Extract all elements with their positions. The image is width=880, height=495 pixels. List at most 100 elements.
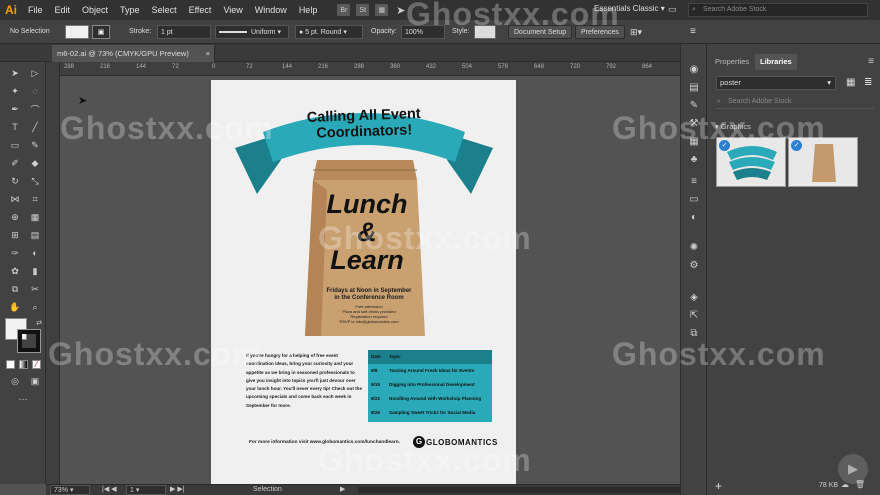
menu-window[interactable]: Window <box>249 5 293 15</box>
align-icon[interactable]: ⊞▾ <box>630 25 642 39</box>
blend-tool-icon[interactable]: ◐ <box>28 246 42 260</box>
close-icon[interactable]: × <box>206 45 210 62</box>
rectangle-tool-icon[interactable]: ▭ <box>8 138 22 152</box>
library-select[interactable]: poster ▾ <box>716 76 836 90</box>
add-content-icon[interactable]: + <box>715 479 722 493</box>
document-setup-button[interactable]: Document Setup <box>508 25 573 39</box>
type-tool-icon[interactable]: T <box>8 120 22 134</box>
transparency-icon[interactable]: ◐ <box>687 210 701 224</box>
stroke-weight-field[interactable]: 1 pt <box>157 25 211 39</box>
list-view-icon[interactable]: ≣ <box>864 77 872 88</box>
shape-builder-icon[interactable]: ⊕ <box>8 210 22 224</box>
variable-width-profile[interactable]: Uniform ▾ <box>215 25 289 39</box>
color-guide-icon[interactable]: ✺ <box>687 240 701 254</box>
arrange-icon[interactable]: ▭ <box>668 4 677 15</box>
curvature-tool-icon[interactable]: ⌒ <box>28 102 42 116</box>
width-tool-icon[interactable]: ⋈ <box>8 192 22 206</box>
edit-toolbar-icon[interactable]: ⋯ <box>16 392 30 406</box>
swatches-icon[interactable]: ▦ <box>687 134 701 148</box>
paintbrush-panel-icon[interactable]: ⚒ <box>687 116 701 130</box>
menu-edit[interactable]: Edit <box>49 5 77 15</box>
slice-tool-icon[interactable]: ✂ <box>28 282 42 296</box>
paintbrush-icon[interactable]: ✎ <box>28 138 42 152</box>
menu-type[interactable]: Type <box>114 5 146 15</box>
library-item-bag[interactable]: ✓ <box>788 137 858 187</box>
stock-search-input[interactable]: ⌕ Search Adobe Stock <box>688 3 868 17</box>
swap-colors-icon[interactable]: ⇄ <box>32 316 46 330</box>
line-tool-icon[interactable]: ╱ <box>28 120 42 134</box>
layers-icon[interactable]: ◈ <box>687 290 701 304</box>
shaper-tool-icon[interactable]: ✐ <box>8 156 22 170</box>
rotate-tool-icon[interactable]: ↻ <box>8 174 22 188</box>
symbol-sprayer-icon[interactable]: ✿ <box>8 264 22 278</box>
brush-definition[interactable]: ● 5 pt. Round ▾ <box>295 25 363 39</box>
document-info-icon[interactable]: ▤ <box>687 80 701 94</box>
ruler-tick: 216 <box>100 64 111 70</box>
artboard-next-icon[interactable]: ▶ ▶| <box>170 485 185 495</box>
menu-file[interactable]: File <box>22 5 49 15</box>
preferences-button[interactable]: Preferences <box>575 25 625 39</box>
perspective-grid-icon[interactable]: ▦ <box>28 210 42 224</box>
gradient-mode-icon[interactable] <box>19 360 28 369</box>
gradient-tool-icon[interactable]: ▤ <box>28 228 42 242</box>
library-search-input[interactable]: ⌕ Search Adobe Stock <box>716 96 874 109</box>
stroke-panel-icon[interactable]: ≡ <box>687 174 701 188</box>
grid-view-icon[interactable]: ▦ <box>846 77 855 88</box>
symbols-icon[interactable]: ♣ <box>687 152 701 166</box>
menu-object[interactable]: Object <box>76 5 114 15</box>
appearance-icon[interactable]: ◉ <box>687 62 701 76</box>
opacity-field[interactable]: 100% <box>401 25 445 39</box>
bridge-icon[interactable]: Br <box>337 4 351 16</box>
artboards-panel-icon[interactable]: ⧉ <box>687 326 701 340</box>
zoom-tool-icon[interactable]: ⌕ <box>28 300 42 314</box>
document-tab[interactable]: m6-02.ai @ 73% (CMYK/GPU Preview) × <box>52 45 215 62</box>
horizontal-scrollbar[interactable] <box>358 487 688 493</box>
scale-tool-icon[interactable]: ⤡ <box>28 174 42 188</box>
menu-view[interactable]: View <box>217 5 248 15</box>
panel-options-icon[interactable]: ≡ <box>868 56 874 67</box>
fill-swatch[interactable] <box>65 25 89 39</box>
tab-libraries[interactable]: Libraries <box>755 54 797 70</box>
artboard-tool-icon[interactable]: ⧉ <box>8 282 22 296</box>
graph-tool-icon[interactable]: ▮ <box>28 264 42 278</box>
status-menu-icon[interactable]: ▶ <box>340 485 345 495</box>
library-item-banner[interactable]: ✓ <box>716 137 786 187</box>
canvas-area[interactable]: ➤ Calling All Event Coordinators! Lunch … <box>60 76 705 484</box>
stroke-color-swatch[interactable] <box>17 329 41 353</box>
graphics-section-header[interactable]: ▾ Graphics <box>715 122 751 131</box>
draw-mode-icon[interactable]: ◎ <box>8 374 22 388</box>
free-transform-icon[interactable]: ⌗ <box>28 192 42 206</box>
menu-select[interactable]: Select <box>146 5 183 15</box>
screen-mode-icon[interactable]: ▣ <box>28 374 42 388</box>
color-panel-icon[interactable]: ⚙ <box>687 258 701 272</box>
menu-effect[interactable]: Effect <box>183 5 218 15</box>
stroke-swatch[interactable]: ▣ <box>92 25 110 39</box>
direct-selection-tool-icon[interactable]: ▷ <box>28 66 42 80</box>
hand-tool-icon[interactable]: ✋ <box>8 300 22 314</box>
gradient-panel-icon[interactable]: ▭ <box>687 192 701 206</box>
gpu-rocket-icon[interactable]: ➤ <box>394 4 407 17</box>
none-mode-icon[interactable]: ⁄ <box>32 360 41 369</box>
zoom-field[interactable]: 73% ▾ <box>50 485 90 495</box>
grid-icon[interactable]: ▦ <box>375 4 389 16</box>
lasso-icon[interactable]: ◌ <box>28 84 42 98</box>
export-icon[interactable]: ⇱ <box>687 308 701 322</box>
graphic-style-swatch[interactable] <box>474 25 496 39</box>
workspace-switcher[interactable]: Essentials Classic ▾ <box>594 4 665 13</box>
tab-properties[interactable]: Properties <box>710 54 754 70</box>
artboard-prev-icon[interactable]: |◀ ◀ <box>102 485 117 495</box>
eyedropper-icon[interactable]: ✑ <box>8 246 22 260</box>
color-mode-icon[interactable] <box>6 360 15 369</box>
panel-menu-icon[interactable]: ≡ <box>690 25 696 39</box>
selection-tool-icon[interactable]: ➤ <box>8 66 22 80</box>
eraser-icon[interactable]: ◆ <box>28 156 42 170</box>
panel-icon-dock: ◉ ▤ ✎ ⚒ ▦ ♣ ≡ ▭ ◐ ✺ ⚙ ◈ ⇱ ⧉ <box>680 44 706 495</box>
pen-tool-icon[interactable]: ✒ <box>8 102 22 116</box>
magic-wand-icon[interactable]: ✦ <box>8 84 22 98</box>
mesh-tool-icon[interactable]: ⊞ <box>8 228 22 242</box>
stock-icon[interactable]: St <box>356 4 370 16</box>
artboard-number-field[interactable]: 1 ▾ <box>126 485 166 495</box>
brushes-icon[interactable]: ✎ <box>687 98 701 112</box>
artboard[interactable]: Calling All Event Coordinators! Lunch & … <box>211 80 516 484</box>
menu-help[interactable]: Help <box>293 5 324 15</box>
